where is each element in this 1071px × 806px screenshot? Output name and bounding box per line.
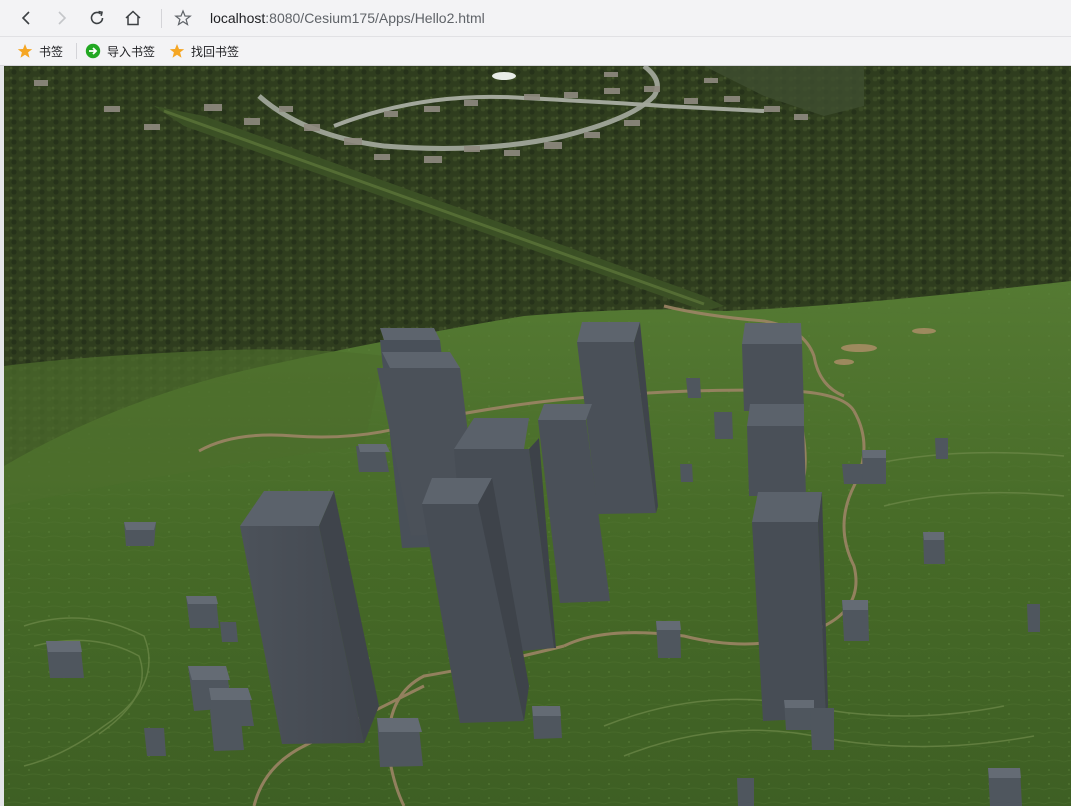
star-icon bbox=[17, 44, 33, 58]
forward-icon bbox=[58, 11, 67, 25]
building bbox=[742, 323, 804, 411]
bookmark-page-button[interactable] bbox=[170, 5, 196, 31]
browser-toolbar: localhost:8080/Cesium175/Apps/Hello2.htm… bbox=[0, 0, 1071, 37]
bookmark-item-import[interactable]: 导入书签 bbox=[85, 41, 155, 61]
bookmark-item-bookmarks[interactable]: 书签 bbox=[17, 41, 63, 61]
address-bar[interactable]: localhost:8080/Cesium175/Apps/Hello2.htm… bbox=[210, 9, 1030, 28]
bookmarks-divider bbox=[76, 43, 77, 59]
building bbox=[752, 492, 828, 721]
bookmark-label: 找回书签 bbox=[191, 44, 240, 59]
bookmark-star-icon bbox=[174, 9, 192, 26]
home-button[interactable] bbox=[120, 5, 146, 31]
bookmark-label: 书签 bbox=[39, 44, 64, 59]
home-icon bbox=[125, 10, 141, 26]
star-icon bbox=[169, 44, 185, 58]
back-icon bbox=[21, 11, 30, 25]
address-path: :8080/Cesium175/Apps/Hello2.html bbox=[265, 10, 485, 26]
toolbar-divider bbox=[161, 9, 162, 28]
pond bbox=[492, 72, 516, 80]
bookmarks-bar: 书签 导入书签 找回书签 bbox=[0, 37, 1071, 66]
terrain-scene bbox=[4, 66, 1071, 806]
import-arrow-icon bbox=[85, 43, 101, 59]
forward-button[interactable] bbox=[49, 5, 75, 31]
address-host: localhost bbox=[210, 10, 266, 26]
reload-button[interactable] bbox=[84, 5, 110, 31]
reload-icon bbox=[90, 10, 104, 25]
back-button[interactable] bbox=[13, 5, 39, 31]
cesium-3d-viewport[interactable] bbox=[4, 66, 1071, 806]
bookmark-item-recover[interactable]: 找回书签 bbox=[169, 41, 239, 61]
building bbox=[747, 404, 806, 496]
bookmark-label: 导入书签 bbox=[107, 44, 156, 59]
